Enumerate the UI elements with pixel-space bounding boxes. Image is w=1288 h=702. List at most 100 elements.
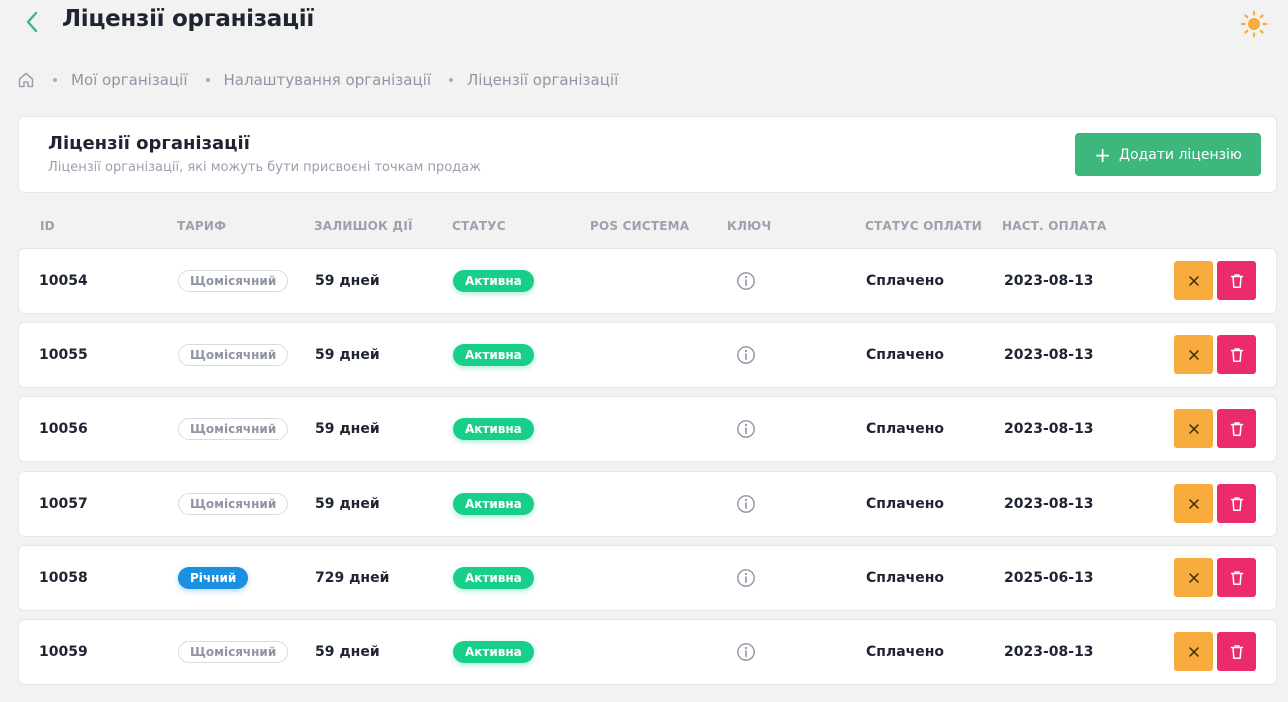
delete-license-button[interactable] [1217, 632, 1256, 671]
payment-status: Сплачено [866, 570, 945, 586]
payment-status: Сплачено [866, 421, 945, 437]
cancel-license-button[interactable] [1174, 409, 1213, 448]
key-cell [736, 472, 756, 536]
license-id: 10055 [39, 347, 88, 363]
close-icon [1188, 498, 1199, 509]
breadcrumb-my-organizations[interactable]: Мої організації [71, 71, 188, 89]
key-cell [736, 620, 756, 684]
info-icon[interactable] [736, 642, 756, 662]
column-header-next-payment: НАСТ. ОПЛАТА [1002, 219, 1107, 233]
status-cell: Активна [453, 323, 534, 387]
key-cell [736, 397, 756, 461]
key-cell [736, 249, 756, 313]
cancel-license-button[interactable] [1174, 632, 1213, 671]
close-icon [1188, 275, 1199, 286]
cancel-license-button[interactable] [1174, 261, 1213, 300]
info-icon[interactable] [736, 568, 756, 588]
trash-icon [1230, 496, 1243, 511]
remaining-days: 59 дней [315, 347, 380, 363]
table-row: 10057 Щомісячний 59 дней Активна Сплачен… [18, 471, 1277, 537]
status-badge: Активна [453, 641, 534, 663]
top-bar: Ліцензії організації [0, 0, 1288, 46]
license-id: 10056 [39, 421, 88, 437]
breadcrumb-separator [449, 78, 454, 82]
next-payment-date: 2023-08-13 [1004, 496, 1094, 512]
close-icon [1188, 572, 1199, 583]
close-icon [1188, 423, 1199, 434]
next-payment-date: 2023-08-13 [1004, 644, 1094, 660]
key-cell [736, 323, 756, 387]
cancel-license-button[interactable] [1174, 558, 1213, 597]
status-cell: Активна [453, 249, 534, 313]
trash-icon [1230, 644, 1243, 659]
table-row: 10058 Річний 729 дней Активна Сплачено 2… [18, 545, 1277, 611]
trash-icon [1230, 421, 1243, 436]
remaining-days: 59 дней [315, 421, 380, 437]
home-icon[interactable] [17, 71, 35, 89]
tariff-cell: Щомісячний [178, 249, 289, 313]
breadcrumb-organization-licenses: Ліцензії організації [467, 71, 619, 89]
info-icon[interactable] [736, 494, 756, 514]
delete-license-button[interactable] [1217, 409, 1256, 448]
tariff-cell: Щомісячний [178, 323, 289, 387]
delete-license-button[interactable] [1217, 484, 1256, 523]
breadcrumb-organization-settings[interactable]: Налаштування організації [224, 71, 432, 89]
table-row: 10056 Щомісячний 59 дней Активна Сплачен… [18, 396, 1277, 462]
column-header-tariff: ТАРИФ [177, 219, 227, 233]
key-cell [736, 546, 756, 610]
close-icon [1188, 646, 1199, 657]
tariff-badge: Щомісячний [178, 641, 289, 663]
column-header-status: СТАТУС [452, 219, 506, 233]
status-badge: Активна [453, 344, 534, 366]
license-id: 10057 [39, 496, 88, 512]
cancel-license-button[interactable] [1174, 484, 1213, 523]
info-icon[interactable] [736, 271, 756, 291]
tariff-badge: Щомісячний [178, 418, 289, 440]
breadcrumb: Мої організації Налаштування організації… [17, 68, 618, 92]
remaining-days: 59 дней [315, 496, 380, 512]
remaining-days: 59 дней [315, 273, 380, 289]
trash-icon [1230, 273, 1243, 288]
add-license-label: Додати ліцензію [1119, 146, 1242, 163]
payment-status: Сплачено [866, 496, 945, 512]
payment-status: Сплачено [866, 347, 945, 363]
delete-license-button[interactable] [1217, 335, 1256, 374]
add-license-button[interactable]: + Додати ліцензію [1075, 133, 1261, 176]
table-row: 10059 Щомісячний 59 дней Активна Сплачен… [18, 619, 1277, 685]
licenses-card-header: Ліцензії організації Ліцензії організаці… [18, 116, 1277, 193]
status-cell: Активна [453, 546, 534, 610]
breadcrumb-separator [205, 78, 210, 82]
tariff-badge: Щомісячний [178, 344, 289, 366]
tariff-cell: Щомісячний [178, 472, 289, 536]
license-id: 10059 [39, 644, 88, 660]
cancel-license-button[interactable] [1174, 335, 1213, 374]
delete-license-button[interactable] [1217, 558, 1256, 597]
status-badge: Активна [453, 270, 534, 292]
tariff-cell: Річний [178, 546, 249, 610]
delete-license-button[interactable] [1217, 261, 1256, 300]
tariff-cell: Щомісячний [178, 620, 289, 684]
sun-icon[interactable] [1240, 10, 1268, 38]
chevron-left-icon[interactable] [20, 8, 44, 36]
tariff-cell: Щомісячний [178, 397, 289, 461]
tariff-badge: Річний [178, 567, 249, 589]
column-header-key: КЛЮЧ [727, 219, 772, 233]
card-title: Ліцензії організації [48, 133, 250, 154]
next-payment-date: 2023-08-13 [1004, 347, 1094, 363]
breadcrumb-separator [53, 78, 57, 82]
payment-status: Сплачено [866, 273, 945, 289]
info-icon[interactable] [736, 345, 756, 365]
next-payment-date: 2023-08-13 [1004, 421, 1094, 437]
column-header-id: ID [40, 219, 55, 233]
column-header-payment-status: СТАТУС ОПЛАТИ [865, 219, 983, 233]
table-row: 10054 Щомісячний 59 дней Активна Сплачен… [18, 248, 1277, 314]
license-id: 10054 [39, 273, 88, 289]
table-header: ID ТАРИФ ЗАЛИШОК ДІЇ СТАТУС POS СИСТЕМА … [0, 219, 1288, 237]
column-header-pos-system: POS СИСТЕМА [590, 219, 690, 233]
status-badge: Активна [453, 493, 534, 515]
info-icon[interactable] [736, 419, 756, 439]
payment-status: Сплачено [866, 644, 945, 660]
next-payment-date: 2023-08-13 [1004, 273, 1094, 289]
status-cell: Активна [453, 472, 534, 536]
tariff-badge: Щомісячний [178, 493, 289, 515]
